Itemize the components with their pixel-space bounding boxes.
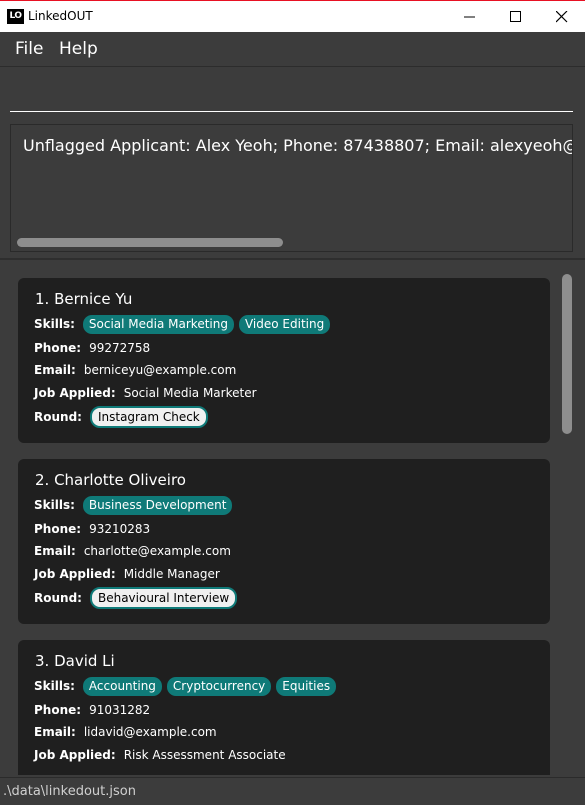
close-icon <box>556 11 568 23</box>
applicant-name: 3. David Li <box>35 652 115 670</box>
phone-row: Phone: 93210283 <box>34 519 150 539</box>
round-badge: Behavioural Interview <box>89 587 238 609</box>
skill-tag: Social Media Marketing <box>82 314 234 334</box>
close-button[interactable] <box>539 1 585 32</box>
phone-value: 93210283 <box>89 522 151 536</box>
round-badge: Instagram Check <box>89 406 208 428</box>
job-row: Job Applied: Risk Assessment Associate <box>34 745 286 765</box>
command-input[interactable] <box>10 79 573 112</box>
email-value: berniceyu@example.com <box>83 363 237 377</box>
maximize-button[interactable] <box>493 1 539 32</box>
skills-row: Skills: Accounting Cryptocurrency Equiti… <box>34 676 341 696</box>
email-label: Email: <box>34 725 76 739</box>
skill-tag: Video Editing <box>238 314 331 334</box>
phone-row: Phone: 91031282 <box>34 700 150 720</box>
job-value: Middle Manager <box>123 567 220 581</box>
skills-label: Skills: <box>34 498 75 512</box>
round-row: Round: Behavioural Interview <box>34 587 238 609</box>
email-row: Email: charlotte@example.com <box>34 541 231 561</box>
round-label: Round: <box>34 591 82 605</box>
status-bar: .\data\linkedout.json <box>0 777 585 805</box>
job-label: Job Applied: <box>34 386 116 400</box>
skill-tag: Business Development <box>82 495 233 515</box>
phone-value: 91031282 <box>89 703 151 717</box>
skills-label: Skills: <box>34 317 75 331</box>
command-box <box>0 67 585 117</box>
job-label: Job Applied: <box>34 748 116 762</box>
email-value: charlotte@example.com <box>83 544 231 558</box>
phone-value: 99272758 <box>89 341 151 355</box>
job-row: Job Applied: Social Media Marketer <box>34 383 257 403</box>
applicant-card[interactable]: 2. Charlotte Oliveiro Skills: Business D… <box>18 459 550 624</box>
phone-row: Phone: 99272758 <box>34 338 150 358</box>
skill-tag: Accounting <box>82 676 162 696</box>
result-display[interactable]: Unflagged Applicant: Alex Yeoh; Phone: 8… <box>10 124 573 252</box>
phone-label: Phone: <box>34 703 82 717</box>
app-logo-icon: LO <box>7 9 24 24</box>
skills-row: Skills: Business Development <box>34 495 237 515</box>
result-message: Unflagged Applicant: Alex Yeoh; Phone: 8… <box>23 136 573 155</box>
vertical-scrollbar[interactable] <box>562 274 572 434</box>
job-label: Job Applied: <box>34 567 116 581</box>
skills-label: Skills: <box>34 679 75 693</box>
phone-label: Phone: <box>34 341 82 355</box>
horizontal-scrollbar[interactable] <box>17 238 283 247</box>
applicant-list: 1. Bernice Yu Skills: Social Media Marke… <box>0 260 585 775</box>
job-value: Social Media Marketer <box>123 386 257 400</box>
window-title: LinkedOUT <box>28 9 93 23</box>
skill-tag: Equities <box>276 676 337 696</box>
job-row: Job Applied: Middle Manager <box>34 564 220 584</box>
maximize-icon <box>510 11 521 22</box>
email-row: Email: lidavid@example.com <box>34 722 217 742</box>
round-row: Round: Instagram Check <box>34 406 208 428</box>
skill-tag: Cryptocurrency <box>166 676 272 696</box>
save-file-path: .\data\linkedout.json <box>3 784 136 799</box>
applicant-card[interactable]: 3. David Li Skills: Accounting Cryptocur… <box>18 640 550 775</box>
menu-help[interactable]: Help <box>59 39 98 59</box>
job-value: Risk Assessment Associate <box>123 748 286 762</box>
menu-bar: File Help <box>0 32 585 67</box>
minimize-button[interactable] <box>447 1 493 32</box>
email-row: Email: berniceyu@example.com <box>34 360 236 380</box>
title-bar: LO LinkedOUT <box>0 0 585 32</box>
minimize-icon <box>464 16 475 18</box>
applicant-card[interactable]: 1. Bernice Yu Skills: Social Media Marke… <box>18 278 550 443</box>
round-label: Round: <box>34 410 82 424</box>
menu-file[interactable]: File <box>15 39 43 59</box>
email-value: lidavid@example.com <box>83 725 217 739</box>
skills-row: Skills: Social Media Marketing Video Edi… <box>34 314 335 334</box>
applicant-name: 1. Bernice Yu <box>35 290 133 308</box>
email-label: Email: <box>34 363 76 377</box>
applicant-name: 2. Charlotte Oliveiro <box>35 471 186 489</box>
phone-label: Phone: <box>34 522 82 536</box>
email-label: Email: <box>34 544 76 558</box>
